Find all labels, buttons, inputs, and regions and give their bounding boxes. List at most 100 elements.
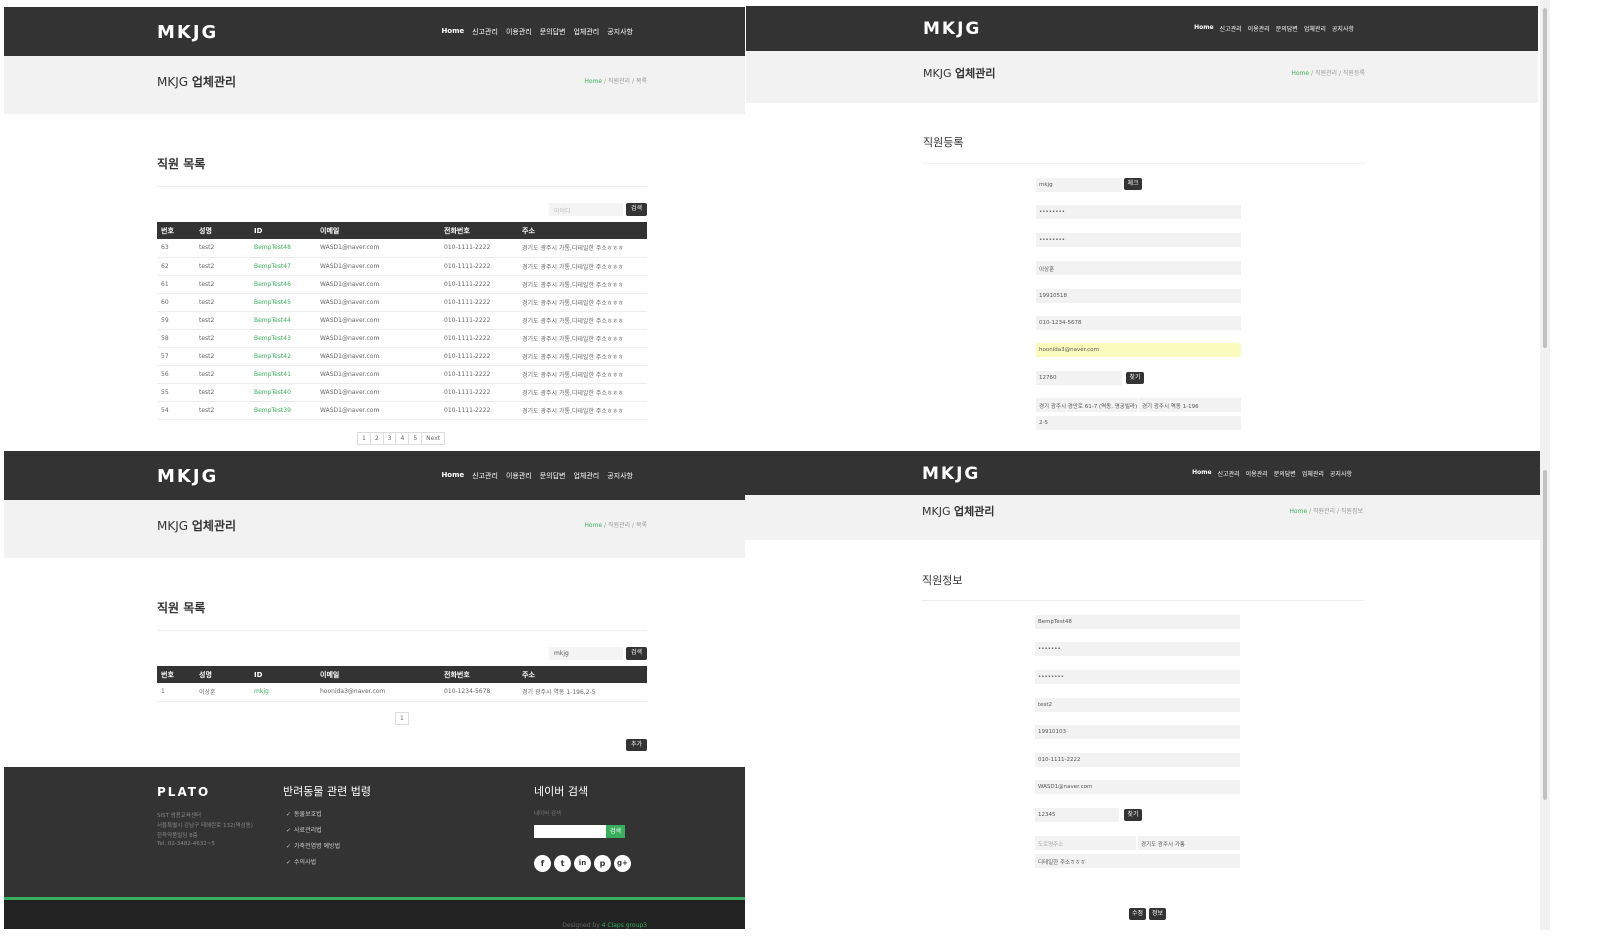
law-link[interactable]: ✓ 가축전염병 예방법 — [286, 841, 340, 850]
page-scrollbar[interactable] — [1540, 0, 1550, 930]
nav-company-mgmt[interactable]: 업체관리 — [573, 471, 599, 481]
table-row[interactable]: 55 test2 BempTest40 WASD1@naver.com 010-1111… — [157, 383, 647, 402]
breadcrumb-section[interactable]: 직원관리 — [1315, 70, 1337, 77]
nav-company-mgmt[interactable]: 업체관리 — [1302, 469, 1324, 478]
breadcrumb-home[interactable]: Home — [584, 522, 602, 529]
table-row[interactable]: 59 test2 BempTest44 WASD1@naver.com 010-1111… — [157, 311, 647, 330]
birth-input[interactable]: 19910518 — [1036, 289, 1241, 303]
nav-notice[interactable]: 공지사항 — [607, 27, 633, 37]
password-input[interactable]: •••••••• — [1036, 205, 1241, 219]
cell-id[interactable]: mkjg — [250, 683, 316, 702]
table-row[interactable]: 62 test2 BempTest47 WASD1@naver.com 010-1111… — [157, 257, 647, 276]
name-input[interactable]: test2 — [1035, 698, 1240, 712]
naver-search-button[interactable]: 검색 — [606, 825, 625, 838]
name-input[interactable]: 이상훈 — [1036, 261, 1241, 275]
table-row[interactable]: 58 test2 BempTest43 WASD1@naver.com 010-1111… — [157, 329, 647, 348]
nav-company-mgmt[interactable]: 업체관리 — [1304, 24, 1326, 33]
id-input[interactable]: mkjg — [1036, 178, 1122, 192]
cell-id[interactable]: BempTest41 — [250, 365, 316, 384]
site-logo[interactable]: MKJG — [923, 19, 981, 39]
password-confirm-input[interactable]: •••••••• — [1036, 233, 1241, 247]
law-link[interactable]: ✓ 수의사법 — [286, 857, 316, 866]
nav-inquiry[interactable]: 문의답변 — [1274, 469, 1296, 478]
jibun-address-input[interactable]: 경기 광주시 역동 1-196 — [1139, 398, 1241, 412]
nav-home[interactable]: Home — [441, 27, 464, 37]
scrollbar-thumb[interactable] — [1543, 470, 1547, 800]
table-row[interactable]: 57 test2 BempTest42 WASD1@naver.com 010-1111… — [157, 347, 647, 366]
google-plus-icon[interactable]: g+ — [614, 855, 631, 872]
cell-id[interactable]: BempTest42 — [250, 347, 316, 366]
page-link[interactable]: 1 — [358, 433, 371, 444]
nav-home[interactable]: Home — [1194, 24, 1213, 33]
zipcode-input[interactable]: 12345 — [1035, 808, 1119, 822]
nav-report-mgmt[interactable]: 신고관리 — [1218, 469, 1240, 478]
nav-inquiry[interactable]: 문의답변 — [540, 471, 566, 481]
nav-report-mgmt[interactable]: 신고관리 — [472, 27, 498, 37]
add-button[interactable]: 추가 — [626, 739, 647, 751]
email-input[interactable]: WASD1@naver.com — [1035, 780, 1240, 794]
road-address-input[interactable]: 경기 광주시 경안로 61-7 (역동, 명궁빌라) — [1036, 398, 1138, 412]
cell-id[interactable]: BempTest40 — [250, 383, 316, 402]
cell-id[interactable]: BempTest48 — [250, 239, 316, 258]
cell-id[interactable]: BempTest43 — [250, 329, 316, 348]
nav-notice[interactable]: 공지사항 — [1332, 24, 1354, 33]
page-link[interactable]: 1 — [396, 713, 408, 724]
nav-usage-mgmt[interactable]: 이용관리 — [506, 471, 532, 481]
search-button[interactable]: 검색 — [626, 647, 647, 660]
password-input[interactable]: ••••••• — [1035, 642, 1240, 656]
search-button[interactable]: 검색 — [626, 203, 647, 216]
id-input[interactable]: BempTest48 — [1035, 615, 1240, 629]
page-link[interactable]: 5 — [409, 433, 423, 444]
nav-notice[interactable]: 공지사항 — [1330, 469, 1352, 478]
cell-id[interactable]: BempTest39 — [250, 401, 316, 420]
table-row[interactable]: 60 test2 BempTest45 WASD1@naver.com 010-1111… — [157, 293, 647, 312]
breadcrumb-home[interactable]: Home — [1289, 508, 1307, 515]
nav-usage-mgmt[interactable]: 이용관리 — [506, 27, 532, 37]
page-next-link[interactable]: Next — [422, 433, 444, 444]
breadcrumb-home[interactable]: Home — [584, 78, 602, 85]
page-link[interactable]: 2 — [371, 433, 384, 444]
law-link[interactable]: ✓ 동물보호법 — [286, 809, 322, 818]
site-logo[interactable]: MKJG — [922, 464, 980, 484]
search-input[interactable]: mkjg — [549, 647, 623, 660]
detail-address-input[interactable]: 2-5 — [1036, 416, 1241, 430]
phone-input[interactable]: 010-1111-2222 — [1035, 753, 1240, 767]
page-link[interactable]: 3 — [384, 433, 397, 444]
nav-notice[interactable]: 공지사항 — [607, 471, 633, 481]
pinterest-icon[interactable]: p — [594, 855, 611, 872]
birth-input[interactable]: 19910103 — [1035, 725, 1240, 739]
naver-search-input[interactable] — [534, 825, 606, 838]
search-input[interactable]: 아이디 — [549, 203, 623, 216]
twitter-icon[interactable]: t — [554, 855, 571, 872]
edit-button[interactable]: 수정 — [1129, 908, 1146, 920]
site-logo[interactable]: MKJG — [157, 22, 218, 43]
delete-button[interactable]: 정보 — [1149, 908, 1166, 920]
scrollbar-thumb[interactable] — [1543, 8, 1547, 348]
page-link[interactable]: 4 — [396, 433, 410, 444]
breadcrumb-home[interactable]: Home — [1291, 70, 1309, 77]
jibun-address-input[interactable]: 경기도 광주시 가통 — [1138, 836, 1240, 850]
id-check-button[interactable]: 체크 — [1124, 178, 1142, 190]
find-address-button[interactable]: 찾기 — [1124, 809, 1142, 821]
password-confirm-input[interactable]: •••••••• — [1035, 670, 1240, 684]
breadcrumb-section[interactable]: 직원관리 — [608, 522, 630, 529]
table-row[interactable]: 54 test2 BempTest39 WASD1@naver.com 010-1111… — [157, 401, 647, 420]
nav-usage-mgmt[interactable]: 이용관리 — [1248, 24, 1270, 33]
nav-inquiry[interactable]: 문의답변 — [1276, 24, 1298, 33]
zipcode-input[interactable]: 12760 — [1036, 371, 1122, 385]
cell-id[interactable]: BempTest47 — [250, 257, 316, 276]
breadcrumb-section[interactable]: 직원관리 — [1313, 508, 1335, 515]
table-row[interactable]: 61 test2 BempTest46 WASD1@naver.com 010-1111… — [157, 275, 647, 294]
nav-usage-mgmt[interactable]: 이용관리 — [1246, 469, 1268, 478]
facebook-icon[interactable]: f — [534, 855, 551, 872]
table-row[interactable]: 1 이상훈 mkjg hoonida3@naver.com 010-1234-5678 경… — [157, 683, 647, 702]
nav-report-mgmt[interactable]: 신고관리 — [1220, 24, 1242, 33]
nav-inquiry[interactable]: 문의답변 — [540, 27, 566, 37]
site-logo[interactable]: MKJG — [157, 466, 218, 487]
nav-home[interactable]: Home — [441, 471, 464, 481]
cell-id[interactable]: BempTest44 — [250, 311, 316, 330]
table-row[interactable]: 56 test2 BempTest41 WASD1@naver.com 010-1111… — [157, 365, 647, 384]
nav-report-mgmt[interactable]: 신고관리 — [472, 471, 498, 481]
cell-id[interactable]: BempTest45 — [250, 293, 316, 312]
breadcrumb-section[interactable]: 직원관리 — [608, 78, 630, 85]
